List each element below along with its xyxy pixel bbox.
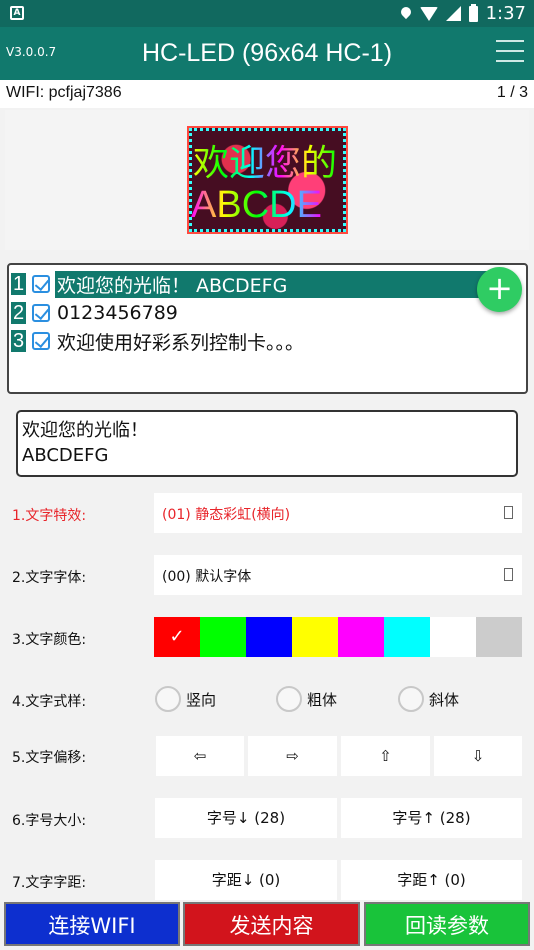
color-label: 3.文字颜色:	[12, 632, 87, 648]
font-select[interactable]: (00) 默认字体	[154, 555, 522, 595]
size-label: 6.字号大小:	[12, 813, 87, 829]
color-swatch-yellow[interactable]	[292, 617, 338, 657]
style-label: 4.文字式样:	[12, 694, 87, 710]
list-item[interactable]: 3 欢迎使用好彩系列控制卡。。。	[11, 328, 501, 354]
list-item[interactable]: 1 欢迎您的光临！ ABCDEFG	[11, 270, 501, 298]
radio-label: 斜体	[429, 690, 460, 709]
preview-line-2: ABCDE	[191, 184, 322, 226]
radio-label: 粗体	[307, 690, 338, 709]
hamburger-menu-icon[interactable]	[496, 40, 524, 64]
program-list: 1 欢迎您的光临！ ABCDEFG 2 0123456789 3 欢迎使用好彩系…	[7, 263, 528, 394]
effect-value: (01) 静态彩虹(横向)	[162, 507, 291, 523]
color-swatch-cyan[interactable]	[384, 617, 430, 657]
offset-down-button[interactable]: ⇩	[434, 736, 522, 776]
effect-select[interactable]: (01) 静态彩虹(横向)	[154, 493, 522, 533]
item-number: 1	[11, 273, 26, 295]
status-time: 1:37	[485, 3, 526, 24]
preview-area: 欢迎您的 ABCDE	[5, 110, 529, 250]
item-checkbox[interactable]	[32, 275, 50, 293]
app-notification-icon: A	[10, 6, 24, 20]
item-text: 欢迎使用好彩系列控制卡。。。	[57, 331, 305, 354]
offset-left-button[interactable]: ⇦	[156, 736, 244, 776]
app-bar: V3.0.0.7 HC-LED (96x64 HC-1)	[0, 27, 534, 80]
font-label: 2.文字字体:	[12, 570, 87, 586]
dropdown-icon	[504, 568, 513, 581]
radio-italic[interactable]: 斜体	[398, 686, 459, 712]
radio-circle	[276, 686, 302, 712]
offset-label: 5.文字偏移:	[12, 750, 87, 766]
radio-vertical[interactable]: 竖向	[155, 686, 216, 712]
selected-check-icon: ✓	[169, 626, 185, 647]
location-icon	[400, 7, 412, 21]
size-up-button[interactable]: 字号↑ (28)	[341, 798, 522, 838]
status-bar: A 1:37	[0, 0, 534, 27]
radio-label: 竖向	[186, 690, 217, 709]
item-checkbox[interactable]	[32, 332, 50, 350]
cell-signal-icon	[445, 6, 461, 21]
color-swatch-blue[interactable]	[246, 617, 292, 657]
radio-circle	[398, 686, 424, 712]
send-content-button[interactable]: 发送内容	[183, 902, 360, 946]
spacing-up-button[interactable]: 字距↑ (0)	[341, 860, 522, 900]
read-params-button[interactable]: 回读参数	[364, 902, 530, 946]
item-number: 2	[11, 302, 26, 324]
radio-bold[interactable]: 粗体	[276, 686, 337, 712]
text-editor[interactable]: 欢迎您的光临！ ABCDEFG	[16, 410, 518, 477]
offset-up-button[interactable]: ⇧	[341, 736, 430, 776]
item-checkbox[interactable]	[32, 304, 50, 322]
preview-line-1: 欢迎您的	[193, 134, 337, 186]
item-number: 3	[11, 330, 26, 352]
spacing-down-button[interactable]: 字距↓ (0)	[155, 860, 337, 900]
color-swatch-red[interactable]: ✓	[154, 617, 200, 657]
app-title: HC-LED (96x64 HC-1)	[141, 39, 393, 67]
color-swatch-green[interactable]	[200, 617, 246, 657]
color-swatch-white[interactable]	[430, 617, 476, 657]
list-item[interactable]: 2 0123456789	[11, 300, 501, 326]
effect-label: 1.文字特效:	[12, 508, 87, 524]
color-swatch-gray[interactable]	[476, 617, 522, 657]
size-down-button[interactable]: 字号↓ (28)	[155, 798, 337, 838]
led-preview[interactable]: 欢迎您的 ABCDE	[187, 126, 348, 234]
item-text: 0123456789	[57, 302, 178, 324]
spacing-label: 7.文字字距:	[12, 875, 87, 891]
status-icons: 1:37	[400, 3, 526, 24]
item-text: 欢迎您的光临！ ABCDEFG	[55, 270, 501, 298]
battery-icon	[468, 3, 478, 22]
page-indicator: 1 / 3	[496, 84, 528, 101]
wifi-signal-icon	[419, 6, 438, 21]
wifi-name: WIFI: pcfjaj7386	[6, 84, 122, 101]
color-swatch-magenta[interactable]	[338, 617, 384, 657]
color-palette: ✓	[154, 617, 522, 657]
offset-right-button[interactable]: ⇨	[248, 736, 337, 776]
font-value: (00) 默认字体	[162, 569, 252, 585]
dropdown-icon	[504, 506, 513, 519]
connect-wifi-button[interactable]: 连接WIFI	[4, 902, 180, 946]
wifi-info-row: WIFI: pcfjaj7386 1 / 3	[0, 80, 534, 108]
radio-circle	[155, 686, 181, 712]
add-program-button[interactable]: +	[477, 267, 522, 312]
